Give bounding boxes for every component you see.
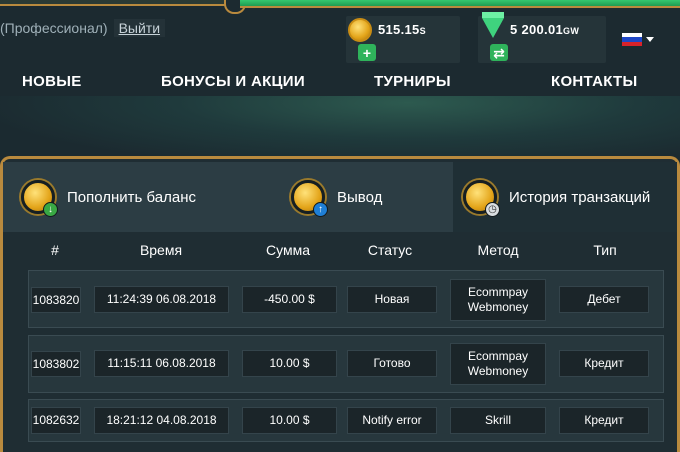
tab-transaction-history[interactable]: ◷ История транзакций: [453, 162, 677, 232]
header-id: #: [51, 242, 59, 258]
header-method: Метод: [477, 242, 519, 258]
arrow-down-icon: ↓: [43, 202, 58, 217]
plus-icon[interactable]: +: [358, 44, 376, 61]
nav-item-contacts[interactable]: КОНТАКТЫ: [551, 73, 637, 90]
cell-status: Новая: [347, 286, 437, 313]
tab-label: Пополнить баланс: [67, 188, 196, 206]
cell-amount: 10.00 $: [242, 407, 337, 434]
exchange-icon[interactable]: ⇄: [490, 44, 508, 61]
table-row[interactable]: 1082632 18:21:12 04.08.2018 10.00 $ Noti…: [28, 399, 664, 442]
coin-icon: [348, 18, 372, 42]
cell-time: 11:15:11 06.08.2018: [94, 350, 229, 377]
tab-label: Вывод: [337, 188, 383, 206]
tab-label: История транзакций: [509, 188, 651, 206]
header-amount: Сумма: [266, 242, 310, 258]
cell-type: Кредит: [559, 407, 649, 434]
cell-amount: 10.00 $: [242, 350, 337, 377]
header-status: Статус: [367, 242, 413, 258]
arrow-up-icon: ↑: [313, 202, 328, 217]
header-type: Тип: [593, 242, 617, 258]
user-level: (Профессионал): [0, 20, 108, 36]
gem-icon: [482, 12, 504, 38]
logout-link[interactable]: Выйти: [113, 19, 166, 37]
coin-icon: ↑: [291, 180, 328, 217]
nav-item-new[interactable]: НОВЫЕ: [22, 73, 82, 90]
cell-id: 1082632: [31, 407, 81, 434]
top-frame: [0, 0, 680, 14]
tab-deposit[interactable]: ↓ Пополнить баланс: [21, 162, 261, 232]
gems-wallet: 5 200.01GW ⇄: [478, 12, 606, 63]
cell-id: 1083820: [31, 287, 81, 313]
header-time: Время: [139, 242, 183, 258]
cell-status: Notify error: [347, 407, 437, 434]
cell-type: Дебет: [559, 286, 649, 313]
main-nav: НОВЫЕ БОНУСЫ И АКЦИИ ТУРНИРЫ КОНТАКТЫ: [0, 66, 680, 96]
table-row[interactable]: 1083820 11:24:39 06.08.2018 -450.00 $ Но…: [28, 270, 664, 328]
top-frame-left: [0, 0, 232, 6]
coins-amount: 515.15S: [378, 22, 426, 37]
clock-icon: ◷: [485, 202, 500, 217]
gems-amount: 5 200.01GW: [510, 22, 580, 37]
cell-time: 18:21:12 04.08.2018: [94, 407, 229, 434]
cell-method: Skrill: [450, 407, 546, 434]
cell-status: Готово: [347, 350, 437, 377]
nav-item-tournaments[interactable]: ТУРНИРЫ: [374, 73, 451, 90]
tab-withdraw[interactable]: ↑ Вывод: [291, 162, 451, 232]
coin-icon: ↓: [21, 180, 58, 217]
cashier-tabs: ↓ Пополнить баланс ↑ Вывод ◷ История тра…: [3, 162, 677, 232]
table-header: # Время Сумма Статус Метод Тип: [0, 242, 680, 262]
cell-time: 11:24:39 06.08.2018: [94, 286, 229, 313]
ru-flag-icon[interactable]: [622, 33, 642, 46]
top-progress-bar: [240, 0, 680, 8]
user-status: (Профессионал) Выйти: [0, 18, 166, 38]
table-row[interactable]: 1083802 11:15:11 06.08.2018 10.00 $ Гото…: [28, 335, 664, 393]
cell-amount: -450.00 $: [242, 286, 337, 313]
cell-id: 1083802: [31, 351, 81, 377]
nav-item-bonuses[interactable]: БОНУСЫ И АКЦИИ: [161, 73, 305, 90]
chevron-down-icon[interactable]: [646, 37, 654, 42]
cell-method: Ecommpay Webmoney: [450, 343, 546, 385]
coins-wallet: 515.15S +: [346, 16, 460, 63]
coin-icon: ◷: [463, 180, 500, 217]
cell-method: Ecommpay Webmoney: [450, 279, 546, 321]
cell-type: Кредит: [559, 350, 649, 377]
